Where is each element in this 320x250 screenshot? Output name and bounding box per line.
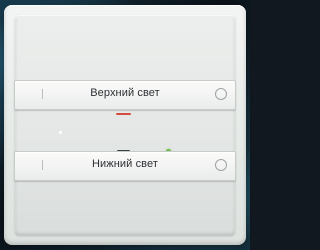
bottom-light-button[interactable]: Нижний свет — [14, 151, 236, 181]
top-indicator-bar — [116, 113, 131, 115]
circle-outline-icon — [215, 88, 227, 100]
device-screen: Верхний свет Нижний свет — [0, 0, 250, 250]
switch-panel — [15, 15, 235, 235]
bottom-light-label: Нижний свет — [92, 158, 158, 170]
top-light-button[interactable]: Верхний свет — [14, 80, 236, 110]
status-dot — [59, 131, 62, 134]
top-light-label: Верхний свет — [90, 87, 160, 99]
circle-outline-icon — [215, 159, 227, 171]
